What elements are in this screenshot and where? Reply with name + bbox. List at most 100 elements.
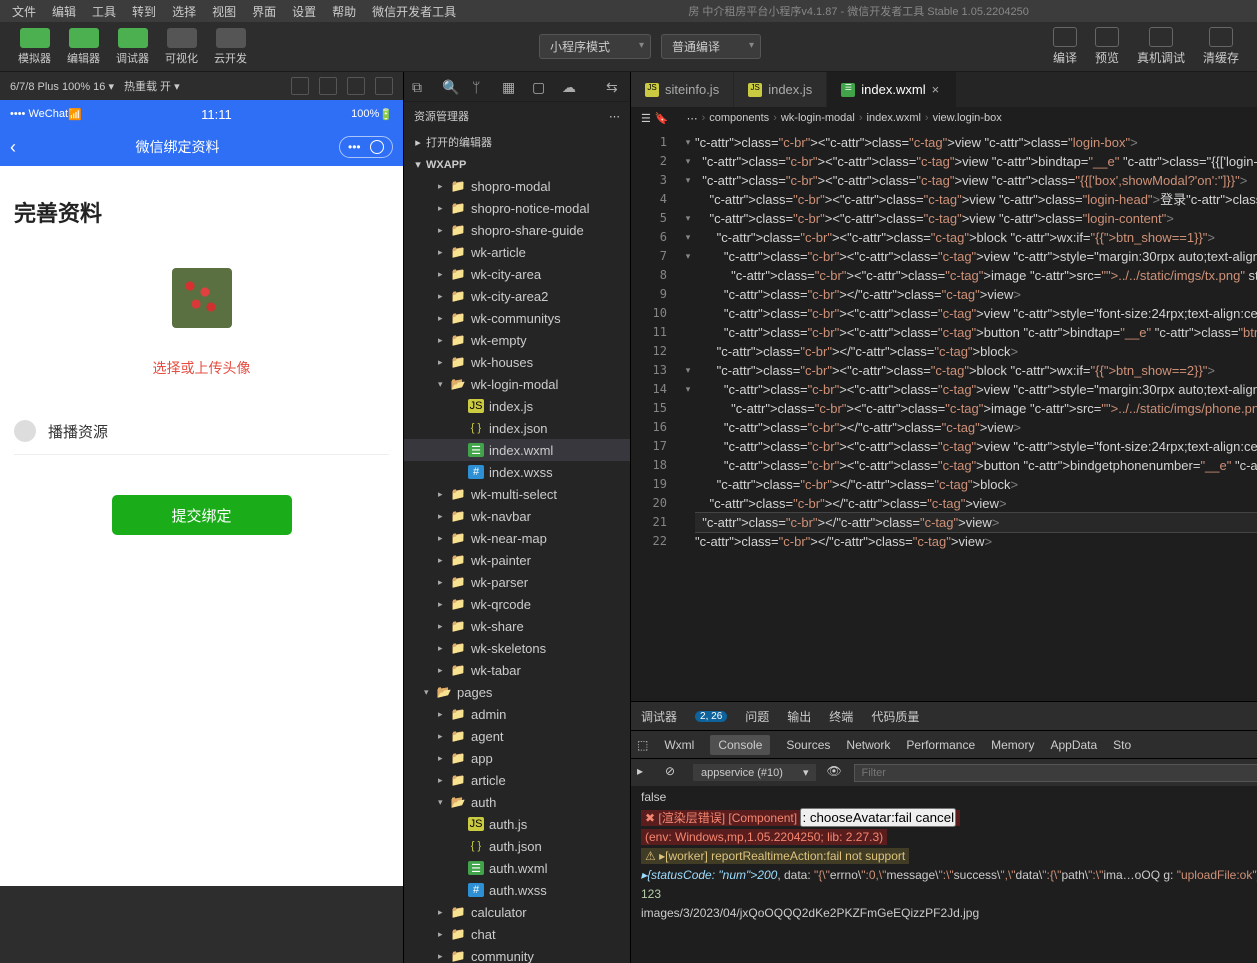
devtool-tab[interactable]: AppData	[1050, 738, 1097, 752]
breadcrumb-item[interactable]: wk-login-modal	[781, 112, 855, 124]
cut-icon[interactable]	[375, 77, 393, 95]
menu-item[interactable]: 选择	[164, 1, 204, 22]
close-icon[interactable]: ×	[932, 82, 942, 97]
toolbar-button[interactable]: 预览	[1087, 22, 1127, 71]
tree-item[interactable]: ▸wk-skeletons	[404, 637, 630, 659]
device-select[interactable]: 6/7/8 Plus 100% 16 ▾	[10, 80, 114, 93]
tree-item[interactable]: ▸shopro-share-guide	[404, 219, 630, 241]
menu-item[interactable]: 视图	[204, 1, 244, 22]
menu-item[interactable]: 文件	[4, 1, 44, 22]
tree-item[interactable]: ▸wk-city-area2	[404, 285, 630, 307]
debugger-tab[interactable]: 代码质量	[871, 708, 919, 725]
play-icon[interactable]: ▸	[637, 764, 655, 782]
inspect-icon[interactable]: ⬚	[637, 738, 648, 752]
tree-item[interactable]: ☰index.wxml	[404, 439, 630, 461]
tree-item[interactable]: ▸wk-qrcode	[404, 593, 630, 615]
tree-item[interactable]: ▸app	[404, 747, 630, 769]
cloud-icon[interactable]: ☁	[562, 79, 578, 95]
hotreload-select[interactable]: 热重载 开 ▾	[124, 78, 180, 94]
breadcrumb-item[interactable]: ⋯	[687, 112, 698, 125]
tree-item[interactable]: ▾auth	[404, 791, 630, 813]
tree-item[interactable]: ▸wk-article	[404, 241, 630, 263]
tree-item[interactable]: ▸wk-near-map	[404, 527, 630, 549]
tree-item[interactable]: ▾wk-login-modal	[404, 373, 630, 395]
capsule-button[interactable]: •••	[339, 136, 393, 158]
tree-item[interactable]: ▸community	[404, 945, 630, 963]
tree-item[interactable]: ▸calculator	[404, 901, 630, 923]
tree-item[interactable]: ▸shopro-notice-modal	[404, 197, 630, 219]
debugger-tab[interactable]: 调试器	[641, 708, 677, 725]
submit-button[interactable]: 提交绑定	[112, 495, 292, 535]
tree-item[interactable]: ▸wk-multi-select	[404, 483, 630, 505]
menu-item[interactable]: 工具	[84, 1, 124, 22]
tree-item[interactable]: ▸wk-houses	[404, 351, 630, 373]
toolbar-button[interactable]: 编辑器	[59, 22, 108, 71]
menu-item[interactable]: 微信开发者工具	[364, 1, 464, 22]
devtool-tab[interactable]: Sto	[1113, 738, 1131, 752]
tree-item[interactable]: #auth.wxss	[404, 879, 630, 901]
record-icon[interactable]	[319, 77, 337, 95]
editor-tab[interactable]: JSsiteinfo.js	[631, 72, 734, 107]
search-icon[interactable]: 🔍	[442, 79, 458, 95]
breadcrumb[interactable]: ☰🔖⋯›components›wk-login-modal›index.wxml…	[631, 107, 1257, 129]
tree-item[interactable]: ☰auth.wxml	[404, 857, 630, 879]
tree-item[interactable]: ▸wk-share	[404, 615, 630, 637]
console-output[interactable]: false✖ [渲染层错误] [Component] : chooseAvata…	[631, 786, 1257, 963]
clear-icon[interactable]: ⊘	[665, 764, 683, 782]
files-icon[interactable]: ⧉	[412, 79, 428, 95]
devtool-tab[interactable]: Performance	[906, 738, 975, 752]
menu-item[interactable]: 编辑	[44, 1, 84, 22]
tree-item[interactable]: JSauth.js	[404, 813, 630, 835]
tree-item[interactable]: #index.wxss	[404, 461, 630, 483]
editor-tab[interactable]: ☰index.wxml×	[827, 72, 956, 107]
toolbar-button[interactable]: 真机调试	[1129, 22, 1193, 71]
tree-item[interactable]: ▸wk-navbar	[404, 505, 630, 527]
devtool-tab[interactable]: Network	[846, 738, 890, 752]
tree-item[interactable]: ▸article	[404, 769, 630, 791]
phone-icon[interactable]	[347, 77, 365, 95]
gutter-icon[interactable]: ☰	[641, 112, 651, 125]
menu-item[interactable]: 设置	[284, 1, 324, 22]
mode-select[interactable]: 小程序模式▾	[539, 34, 651, 59]
breadcrumb-item[interactable]: index.wxml	[867, 112, 921, 124]
tree-item[interactable]: ▸chat	[404, 923, 630, 945]
breadcrumb-item[interactable]: view.login-box	[933, 112, 1002, 124]
eye-icon[interactable]: 👁	[826, 764, 844, 782]
refresh-icon[interactable]	[291, 77, 309, 95]
tree-item[interactable]: ▸wk-city-area	[404, 263, 630, 285]
debugger-tab[interactable]: 终端	[829, 708, 853, 725]
tree-item[interactable]: ▾pages	[404, 681, 630, 703]
tree-item[interactable]: ▸admin	[404, 703, 630, 725]
box-icon[interactable]: ▢	[532, 79, 548, 95]
grid-icon[interactable]: ▦	[502, 79, 518, 95]
tree-item[interactable]: ▸wk-painter	[404, 549, 630, 571]
tree-item[interactable]: JSindex.js	[404, 395, 630, 417]
code-editor[interactable]: "c-attr">class="c-br"><"c-attr">class="c…	[695, 129, 1257, 701]
devtool-tab[interactable]: Sources	[786, 738, 830, 752]
bookmark-icon[interactable]: 🔖	[655, 112, 669, 125]
devtool-tab[interactable]: Memory	[991, 738, 1034, 752]
name-field-row[interactable]: 播播资源	[14, 408, 389, 455]
tree-item[interactable]: ▸wk-tabar	[404, 659, 630, 681]
toolbar-button[interactable]: 编译	[1045, 22, 1085, 71]
more-icon[interactable]: ⋯	[609, 110, 620, 123]
devtool-tab[interactable]: Wxml	[664, 738, 694, 752]
debugger-tab[interactable]: 问题	[745, 708, 769, 725]
breadcrumb-item[interactable]: components	[709, 112, 769, 124]
toolbar-button[interactable]: 云开发	[206, 22, 255, 71]
toolbar-button[interactable]: 调试器	[108, 22, 157, 71]
devtool-tab[interactable]: Console	[710, 735, 770, 755]
tree-item[interactable]: { }auth.json	[404, 835, 630, 857]
avatar-image[interactable]	[172, 268, 232, 328]
branch-icon[interactable]: ᛘ	[472, 79, 488, 95]
toolbar-button[interactable]: 可视化	[157, 22, 206, 71]
tree-item[interactable]: ▸wk-parser	[404, 571, 630, 593]
debugger-tab[interactable]: 输出	[787, 708, 811, 725]
toolbar-button[interactable]: 模拟器	[10, 22, 59, 71]
menu-item[interactable]: 转到	[124, 1, 164, 22]
menu-item[interactable]: 帮助	[324, 1, 364, 22]
tree-item[interactable]: ▸shopro-modal	[404, 175, 630, 197]
fold-column[interactable]: ▾▾▾▾▾▾▾▾	[681, 129, 695, 701]
context-select[interactable]: appservice (#10)▾	[693, 764, 816, 781]
filter-input[interactable]	[854, 764, 1257, 782]
